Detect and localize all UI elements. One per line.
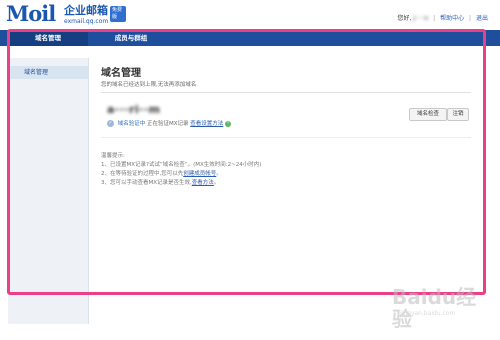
view-method-link[interactable]: 查看方法 <box>192 180 214 186</box>
logo-mark: Moil <box>6 1 56 26</box>
tip-text: 3、您可以手动查看MX记录是否生效, <box>101 180 192 186</box>
logo-product-name: 企业邮箱 <box>64 4 108 17</box>
divider <box>101 137 471 138</box>
tip-text: 。 <box>216 171 222 177</box>
status-detail: 正在验证MX记录 <box>147 121 189 127</box>
tab-members-groups[interactable]: 成员与群组 <box>96 30 166 46</box>
sidebar: 域名管理 <box>8 58 89 324</box>
page-subtitle: 您的域名已经达到上限,无法再添加域名 <box>101 82 197 88</box>
divider <box>101 92 471 93</box>
main-nav: 域名管理 成员与群组 <box>0 30 500 46</box>
domain-check-button[interactable]: 域名检查 <box>409 108 447 121</box>
tip-line-1: 1、已设置MX记录?试试“域名检查”。(MX生效时间:2~24小时内) <box>101 162 262 168</box>
baidu-watermark: Baidu经验 jingyan.baidu.com <box>392 285 492 331</box>
tip-line-3: 3、您可以手动查看MX记录是否生效,查看方法。 <box>101 179 261 188</box>
sidebar-item-domain-management[interactable]: 域名管理 <box>8 66 88 79</box>
tips-heading: 温馨提示: <box>101 153 125 159</box>
top-links: 您好, j·····n | 帮助中心 | 退出 <box>397 15 488 23</box>
watermark-logo: Baidu经验 <box>392 285 477 331</box>
status-badge: 域名验证中 <box>117 121 146 127</box>
domain-name: a···ri··m <box>107 103 161 116</box>
help-center-link[interactable]: 帮助中心 <box>440 15 464 22</box>
exmail-logo[interactable]: Moil 企业邮箱 免费版 exmail.qq.com <box>6 3 126 29</box>
cancel-domain-button[interactable]: 注销 <box>447 108 469 121</box>
top-header: Moil 企业邮箱 免费版 exmail.qq.com 您好, j·····n … <box>0 0 500 30</box>
create-member-account-link[interactable]: 创建成员帐号 <box>183 171 216 177</box>
tip-text: 2、在等待验证的过程中,您可以先 <box>101 171 184 177</box>
logo-domain: exmail.qq.com <box>64 18 109 25</box>
tip-line-2: 2、在等待验证的过程中,您可以先创建成员帐号。 <box>101 170 261 179</box>
tips-block: 温馨提示: 1、已设置MX记录?试试“域名检查”。(MX生效时间:2~24小时内… <box>101 152 261 188</box>
view-setup-method-link[interactable]: 查看设置方法 <box>190 121 223 127</box>
verifying-icon: ✓ <box>107 120 114 127</box>
username: j·····n <box>413 15 429 22</box>
watermark-url: jingyan.baidu.com <box>400 310 456 317</box>
divider: | <box>433 15 436 22</box>
logout-link[interactable]: 退出 <box>476 15 488 22</box>
logo-edition-badge: 免费版 <box>110 6 126 22</box>
tab-domain-management[interactable]: 域名管理 <box>8 30 88 46</box>
help-icon[interactable]: ? <box>225 120 232 127</box>
greeting-text: 您好, <box>397 15 412 22</box>
domain-status-line: ✓ 域名验证中 正在验证MX记录 查看设置方法 ? <box>107 120 232 128</box>
tip-text: 。 <box>213 180 220 186</box>
page-title: 域名管理 <box>101 68 141 79</box>
divider: | <box>469 15 472 22</box>
